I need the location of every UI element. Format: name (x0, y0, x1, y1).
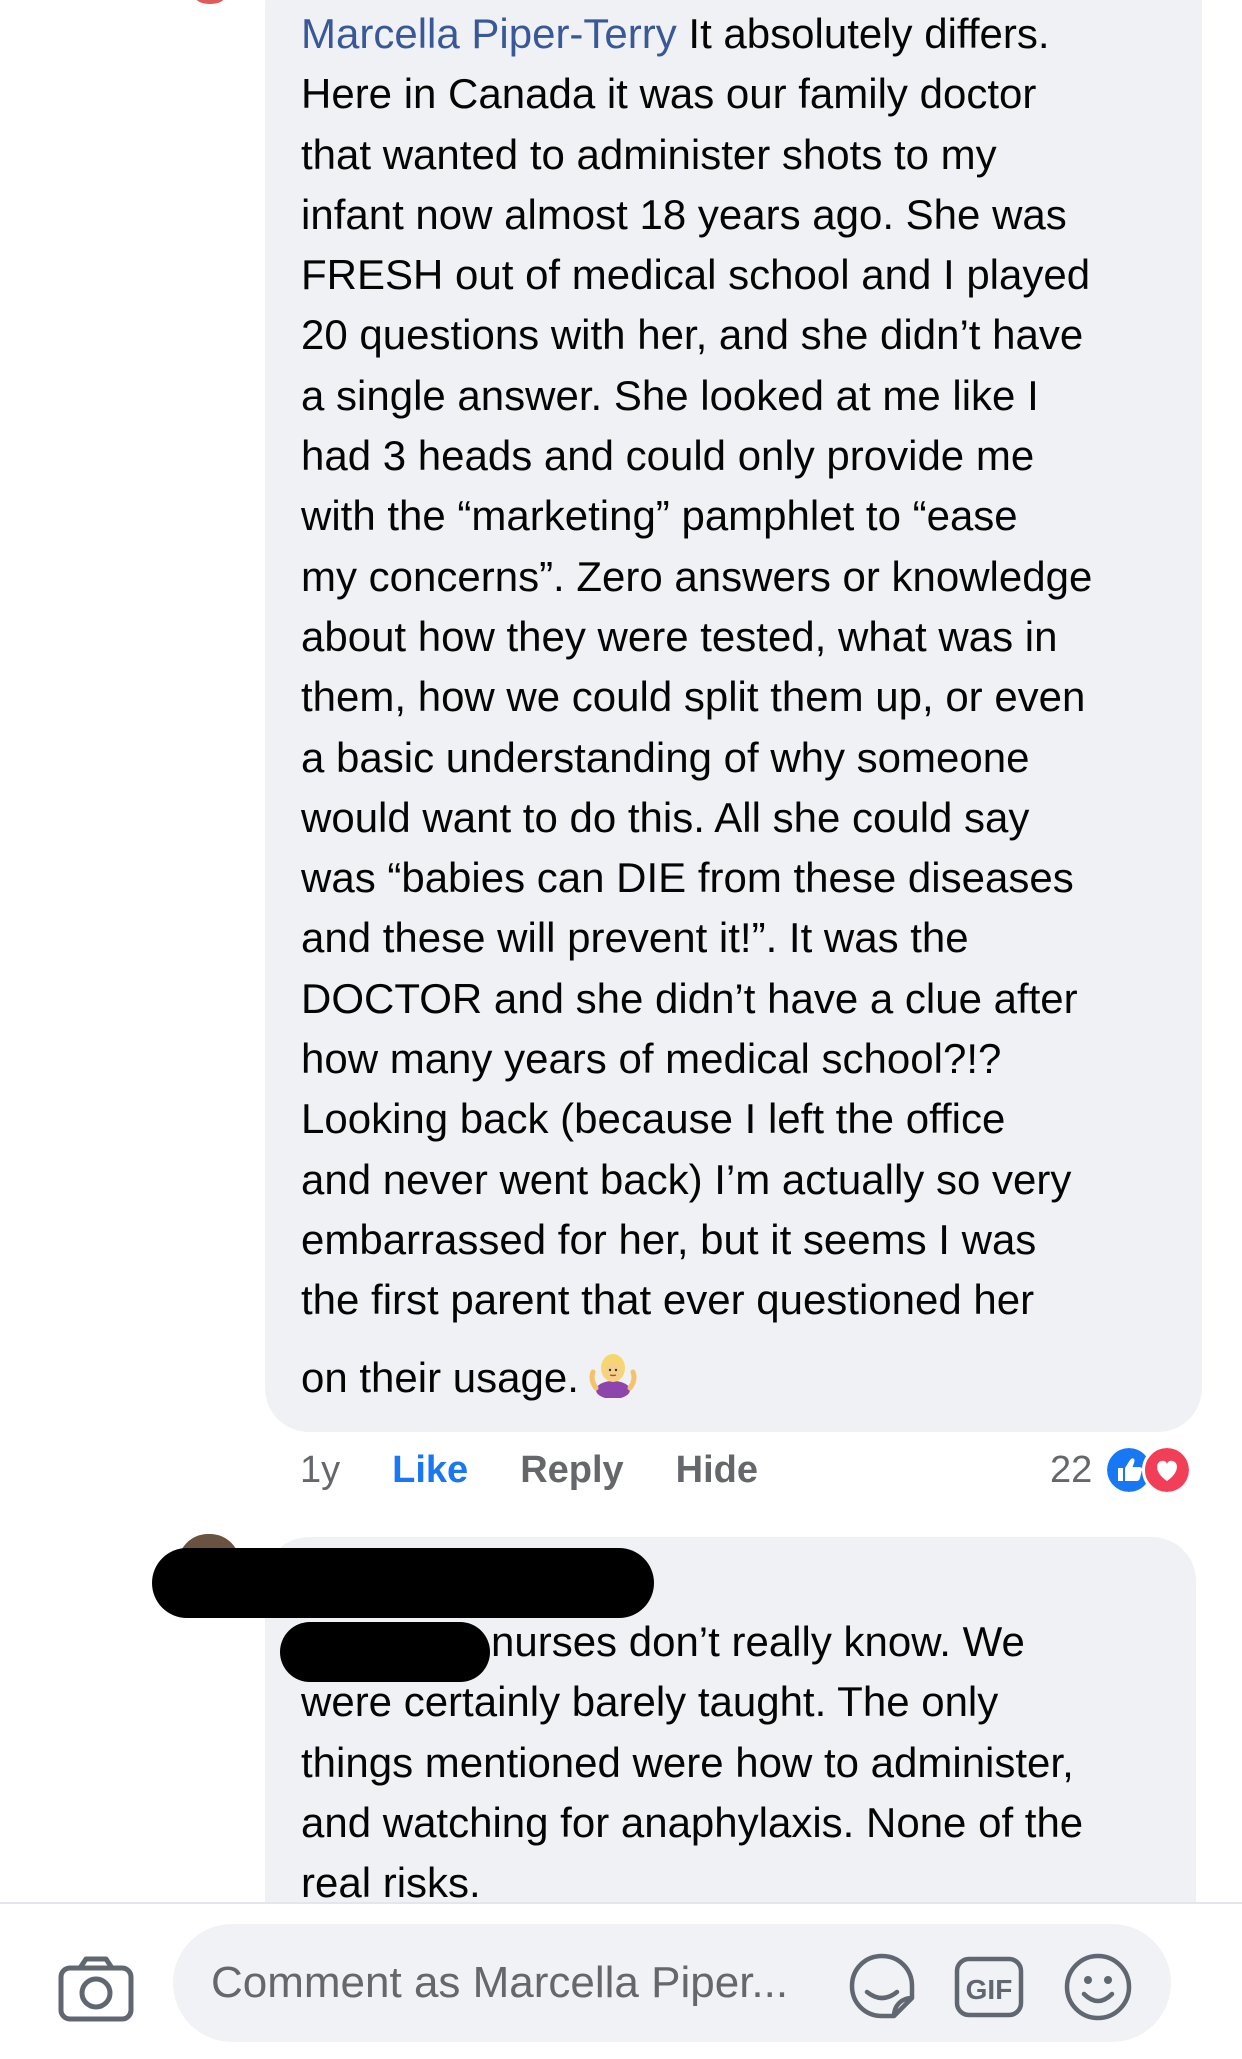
comment-line: them, how we could split them up, or eve… (301, 673, 1086, 721)
comment-line: 20 questions with her, and she didn’t ha… (301, 311, 1084, 359)
comment-line: had 3 heads and could only provide me (301, 432, 1035, 480)
comment-thread: Marcella Piper-Terry It absolutely diffe… (0, 0, 1242, 2059)
comment-line: Marcella Piper-Terry It absolutely diffe… (301, 4, 1181, 64)
comment-line: infant now almost 18 years ago. She was (301, 190, 1067, 238)
comment-timestamp[interactable]: 1y (300, 1449, 340, 1492)
comment-line: Looking back (because I left the office (301, 1095, 1006, 1143)
comment-line: embarrassed for her, but it seems I was (301, 1215, 1037, 1263)
emoji-icon[interactable] (1063, 1952, 1133, 2022)
like-button[interactable]: Like (392, 1449, 468, 1492)
comment-line: was “babies can DIE from these diseases (301, 854, 1074, 902)
person-shrugging-emoji-icon (589, 1353, 637, 1398)
comment-line: how many years of medical school?!? (301, 1035, 1002, 1083)
gif-icon[interactable]: GIF (954, 1956, 1024, 2018)
comment-line: and these will prevent it!”. It was the (301, 914, 969, 962)
comment-actions: 1y Like Reply Hide (300, 1440, 810, 1500)
redaction-mark (152, 1548, 654, 1618)
comment-author-link[interactable]: Marcella Piper-Terry (301, 10, 677, 57)
comment-line: that wanted to administer shots to my (301, 130, 997, 178)
comment-text: on their usage. (301, 1353, 579, 1401)
hide-button[interactable]: Hide (676, 1449, 758, 1492)
comment-line: my concerns”. Zero answers or knowledge (301, 552, 1093, 600)
reaction-count: 22 (1050, 1448, 1093, 1491)
comment-line: DOCTOR and she didn’t have a clue after (301, 974, 1078, 1022)
comment-line: the first parent that ever questioned he… (301, 1276, 1035, 1324)
love-reaction-icon (1142, 1445, 1193, 1495)
comment-line: about how they were tested, what was in (301, 612, 1058, 660)
comment-text: It absolutely differs. (676, 10, 1050, 57)
sticker-icon[interactable] (847, 1952, 917, 2022)
comment-line: and never went back) I’m actually so ver… (301, 1155, 1072, 1203)
svg-text:GIF: GIF (966, 1974, 1013, 2005)
comment-body: Marcella Piper-Terry It absolutely diffe… (301, 4, 1181, 1425)
comment-line: things mentioned were how to administer, (301, 1738, 1074, 1786)
reaction-summary[interactable]: 22 (1050, 1440, 1193, 1500)
comment-line: with the “marketing” pamphlet to “ease (301, 492, 1018, 540)
comment-line: FRESH out of medical school and I played (301, 251, 1091, 299)
comment-composer: GIF (0, 1902, 1242, 2059)
comment-line: a single answer. She looked at me like I (301, 371, 1039, 419)
comment-line: Here in Canada it was our family doctor (301, 70, 1037, 118)
comment-line: would want to do this. All she could say (301, 793, 1030, 841)
camera-icon[interactable] (58, 1956, 134, 2022)
redaction-mark (280, 1622, 490, 1682)
reply-button[interactable]: Reply (520, 1449, 623, 1492)
comment-line: a basic understanding of why someone (301, 733, 1030, 781)
avatar[interactable] (196, 0, 224, 4)
comment-line: and watching for anaphylaxis. None of th… (301, 1798, 1084, 1846)
comment-line: on their usage. (301, 1331, 1181, 1425)
